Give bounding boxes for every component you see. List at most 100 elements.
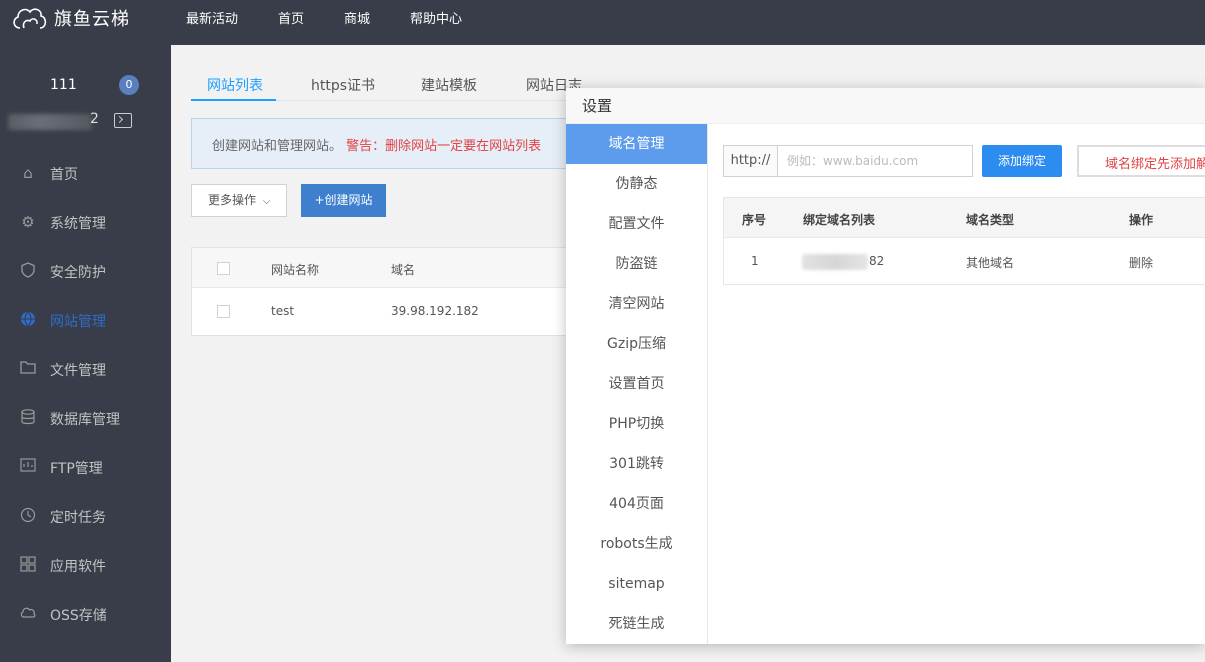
sidebar-item-label: FTP管理 (50, 460, 103, 477)
cloud-logo-icon (13, 8, 47, 29)
top-nav: 最新活动 首页 商城 帮助中心 (186, 0, 502, 35)
modal-body: http:// 添加绑定 域名绑定先添加解 序号 绑定域名列表 域名类型 操作 … (708, 124, 1205, 644)
create-site-button[interactable]: +创建网站 (301, 184, 386, 217)
shield-icon (19, 262, 37, 280)
ip-redacted (8, 114, 92, 130)
tab-site-list[interactable]: 网站列表 (207, 75, 263, 95)
sidebar-item-label: 文件管理 (50, 362, 106, 379)
http-prefix: http:// (724, 146, 778, 176)
site-name[interactable]: test (271, 304, 294, 318)
user-info: 111 0 (0, 75, 171, 99)
top-nav-home[interactable]: 首页 (278, 8, 304, 27)
site-domain[interactable]: 39.98.192.182 (391, 304, 479, 318)
sidebar-item-home[interactable]: ⌂ 首页 (0, 149, 171, 198)
tab-site-template[interactable]: 建站模板 (421, 75, 477, 95)
gear-icon: ⚙ (21, 213, 35, 231)
sidebar-item-security[interactable]: 安全防护 (0, 247, 171, 296)
top-nav-help[interactable]: 帮助中心 (410, 8, 462, 27)
notice-warning: 警告：删除网站一定要在网站列表 (346, 139, 542, 154)
home-icon: ⌂ (23, 164, 33, 182)
sidebar-item-label: 数据库管理 (50, 411, 120, 428)
sidebar-menu: ⌂ 首页 ⚙ 系统管理 安全防护 网站管理 文件管理 数据库管理 FTP管理 定… (0, 149, 171, 639)
sidebar-item-label: 安全防护 (50, 264, 106, 281)
nav-php-switch[interactable]: PHP切换 (566, 404, 707, 444)
sidebar-item-system[interactable]: ⚙ 系统管理 (0, 198, 171, 247)
nav-domain-management[interactable]: 域名管理 (566, 124, 707, 164)
domain-type: 其他域名 (966, 256, 1015, 270)
globe-icon (19, 311, 37, 329)
column-header: 绑定域名列表 (803, 213, 876, 227)
binding-warning-text: 域名绑定先添加解 (1105, 157, 1205, 172)
nav-hotlink-protection[interactable]: 防盗链 (566, 244, 707, 284)
chevron-down-icon: ⌵ (262, 196, 271, 207)
sidebar-item-apps[interactable]: 应用软件 (0, 541, 171, 590)
notice-banner: 创建网站和管理网站。 警告：删除网站一定要在网站列表 (191, 118, 611, 169)
binding-warning: 域名绑定先添加解 (1077, 145, 1205, 177)
sidebar-item-database[interactable]: 数据库管理 (0, 394, 171, 443)
select-all-checkbox[interactable] (217, 262, 230, 275)
more-actions-button[interactable]: 更多操作 ⌵ (191, 184, 287, 217)
sidebar-item-ftp[interactable]: FTP管理 (0, 443, 171, 492)
column-header: 域名类型 (966, 213, 1015, 227)
nav-robots[interactable]: robots生成 (566, 524, 707, 564)
column-header: 域名 (391, 263, 416, 277)
domain-redacted (802, 254, 868, 270)
nav-default-page[interactable]: 设置首页 (566, 364, 707, 404)
nav-rewrite[interactable]: 伪静态 (566, 164, 707, 204)
database-icon (19, 409, 37, 427)
domain-input[interactable] (779, 146, 972, 176)
table-header: 网站名称 域名 (192, 248, 610, 288)
sidebar: 111 0 2 ⌂ 首页 ⚙ 系统管理 安全防护 网站管理 文件管理 数据库管理… (0, 45, 171, 662)
top-bar: 旗鱼云梯 最新活动 首页 商城 帮助中心 (0, 0, 1205, 45)
table-header: 序号 绑定域名列表 域名类型 操作 (724, 198, 1205, 238)
server-ip: 2 (8, 111, 168, 133)
sidebar-item-label: 系统管理 (50, 215, 106, 232)
nav-dead-links[interactable]: 死链生成 (566, 604, 707, 644)
tab-https-cert[interactable]: https证书 (311, 75, 375, 95)
nav-config-file[interactable]: 配置文件 (566, 204, 707, 244)
sidebar-item-oss[interactable]: OSS存储 (0, 590, 171, 639)
row-checkbox[interactable] (217, 305, 230, 318)
app-name: 旗鱼云梯 (54, 9, 130, 30)
modal-title: 设置 (582, 97, 613, 115)
apps-icon (19, 556, 37, 574)
column-header: 序号 (742, 213, 767, 227)
terminal-icon[interactable] (114, 113, 132, 128)
ip-suffix: 2 (90, 111, 99, 127)
more-actions-label: 更多操作 (208, 193, 257, 207)
nav-301-redirect[interactable]: 301跳转 (566, 444, 707, 484)
domain-table: 序号 绑定域名列表 域名类型 操作 1 82 其他域名 删除 (723, 197, 1205, 285)
settings-modal: 设置 域名管理 伪静态 配置文件 防盗链 清空网站 Gzip压缩 设置首页 PH… (566, 88, 1205, 644)
notification-badge[interactable]: 0 (119, 75, 139, 95)
active-tab-indicator (191, 99, 276, 101)
nav-gzip[interactable]: Gzip压缩 (566, 324, 707, 364)
top-nav-store[interactable]: 商城 (344, 8, 370, 27)
folder-icon (19, 360, 37, 378)
row-index: 1 (751, 254, 759, 268)
username[interactable]: 111 (50, 77, 77, 93)
tab-bar: 网站列表 https证书 建站模板 网站日志 (191, 69, 591, 101)
table-row[interactable]: test 39.98.192.182 (192, 288, 610, 336)
column-header: 网站名称 (271, 263, 320, 277)
sidebar-item-files[interactable]: 文件管理 (0, 345, 171, 394)
sidebar-item-websites[interactable]: 网站管理 (0, 296, 171, 345)
site-table: 网站名称 域名 test 39.98.192.182 (191, 247, 611, 336)
sidebar-item-cron[interactable]: 定时任务 (0, 492, 171, 541)
ftp-icon (19, 458, 37, 476)
nav-clear-site[interactable]: 清空网站 (566, 284, 707, 324)
cloud-icon (19, 605, 37, 623)
add-binding-button[interactable]: 添加绑定 (982, 145, 1062, 177)
table-row: 1 82 其他域名 删除 (724, 238, 1205, 285)
top-nav-activity[interactable]: 最新活动 (186, 8, 238, 27)
sidebar-item-label: 网站管理 (50, 313, 106, 330)
clock-icon (19, 507, 37, 525)
domain-input-group: http:// (723, 145, 973, 177)
sidebar-item-label: 定时任务 (50, 509, 106, 526)
notice-text: 创建网站和管理网站。 警告：删除网站一定要在网站列表 (212, 135, 541, 154)
app-logo[interactable]: 旗鱼云梯 (10, 2, 130, 34)
delete-link[interactable]: 删除 (1129, 254, 1153, 271)
nav-404-page[interactable]: 404页面 (566, 484, 707, 524)
nav-sitemap[interactable]: sitemap (566, 564, 707, 604)
sidebar-item-label: OSS存储 (50, 607, 107, 624)
modal-header: 设置 (566, 88, 1205, 124)
